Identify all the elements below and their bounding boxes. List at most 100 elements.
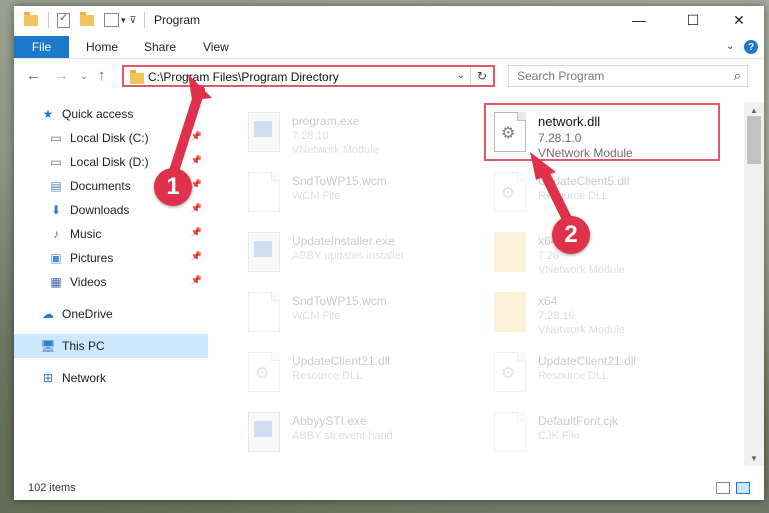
details-view-icon[interactable]	[716, 482, 730, 494]
sidebar-item-local-disk-c[interactable]: ▭ Local Disk (C:) 📌	[14, 126, 208, 150]
file-item[interactable]: UpdateClient21.dll Resource DLL	[484, 348, 724, 398]
chevron-down-icon[interactable]: ⌄	[457, 70, 465, 81]
music-icon: ♪	[53, 227, 59, 241]
up-icon[interactable]: ↑	[98, 67, 106, 84]
quick-access-toolbar: ▾ ⊽	[24, 11, 146, 28]
forward-icon[interactable]: →	[54, 67, 69, 84]
refresh-icon[interactable]: ↻	[470, 67, 493, 85]
pin-icon[interactable]: 📌	[191, 275, 202, 286]
maximize-button[interactable]: ☐	[670, 6, 716, 34]
file-name: program.exe	[292, 114, 360, 128]
file-item[interactable]: DefaultFont.cjk CJK File	[484, 408, 724, 458]
file-type: CJK File	[538, 430, 580, 442]
sidebar-item-network[interactable]: ⊞ Network	[14, 366, 208, 390]
folder-icon	[494, 292, 526, 332]
file-name: x64	[538, 294, 558, 308]
large-icons-view-icon[interactable]	[736, 482, 750, 494]
recent-locations-icon[interactable]: ⌄	[80, 71, 88, 82]
drive-icon: ▭	[50, 155, 62, 169]
pin-icon[interactable]: 📌	[191, 203, 202, 214]
tab-share[interactable]: Share	[144, 36, 176, 58]
file-explorer-window: ▾ ⊽ Program — ☐ ✕ File Home Share View ⌄…	[14, 6, 764, 500]
minimize-button[interactable]: —	[616, 6, 662, 34]
file-name: UpdateClient21.dll	[292, 354, 391, 368]
dll-file-icon	[248, 352, 280, 392]
folder-icon	[494, 232, 526, 272]
search-input[interactable]: Search Program ⌕	[508, 65, 748, 87]
exe-file-icon	[248, 112, 280, 152]
file-item[interactable]: SndToWP15.wcm WCM File	[238, 288, 478, 338]
document-file-icon	[494, 412, 526, 452]
chevron-down-icon[interactable]: ▾	[121, 15, 126, 26]
cloud-icon: ☁	[42, 307, 54, 321]
scroll-thumb[interactable]	[747, 116, 761, 164]
sidebar-item-label: Music	[70, 227, 102, 241]
close-button[interactable]: ✕	[716, 6, 762, 34]
file-type: Resource DLL	[538, 190, 609, 202]
file-name: DefaultFont.cjk	[538, 414, 619, 428]
vertical-scrollbar[interactable]: ▲ ▼	[744, 102, 764, 466]
file-type: Resource DLL	[538, 370, 609, 382]
sidebar-item-label: This PC	[62, 339, 105, 353]
expand-ribbon-icon[interactable]: ⌄	[726, 41, 734, 52]
sidebar-item-quick-access[interactable]: ★ Quick access	[14, 102, 208, 126]
sidebar-item-music[interactable]: ♪ Music 📌	[14, 222, 208, 246]
pin-icon[interactable]: 📌	[191, 155, 202, 166]
documents-icon: ▤	[50, 179, 62, 193]
item-count: 102 items	[28, 482, 76, 494]
downloads-icon: ⬇	[50, 203, 62, 217]
sidebar-item-label: Quick access	[62, 107, 134, 121]
pin-icon[interactable]: 📌	[191, 131, 202, 142]
file-item[interactable]: AbbyySTI.exe ABBY sti event hand	[238, 408, 478, 458]
file-item[interactable]: x64 7.28.10 VNetwork Module	[484, 288, 724, 338]
file-item[interactable]: UpdateInstaller.exe ABBY updates install…	[238, 228, 478, 278]
title-bar: ▾ ⊽ Program — ☐ ✕	[14, 6, 764, 34]
properties-check-icon[interactable]	[57, 11, 70, 28]
videos-icon: ▦	[50, 275, 62, 289]
help-icon[interactable]: ?	[744, 40, 758, 54]
sidebar-item-label: Downloads	[70, 203, 130, 217]
search-icon[interactable]: ⌕	[734, 68, 741, 84]
file-name: UpdateInstaller.exe	[292, 234, 395, 248]
pin-icon[interactable]: 📌	[191, 251, 202, 262]
file-item[interactable]: program.exe 7.28.10 VNetwork Module	[238, 108, 478, 158]
navigation-pane: ★ Quick access ▭ Local Disk (C:) 📌 ▭ Loc…	[14, 102, 208, 462]
tab-file[interactable]: File	[14, 36, 69, 58]
sidebar-item-pictures[interactable]: ▣ Pictures 📌	[14, 246, 208, 270]
back-icon[interactable]: ←	[26, 67, 41, 84]
tab-home[interactable]: Home	[86, 36, 118, 58]
file-description: VNetwork Module	[292, 144, 379, 156]
customize-toolbar-icon[interactable]: ⊽	[130, 15, 137, 26]
dll-file-icon	[494, 172, 526, 212]
new-folder-icon[interactable]	[80, 11, 94, 26]
search-placeholder: Search Program	[517, 69, 605, 83]
address-bar[interactable]: C:\Program Files\Program Directory ⌄ ↻	[122, 65, 495, 87]
drive-icon: ▭	[50, 131, 62, 145]
sidebar-item-onedrive[interactable]: ☁ OneDrive	[14, 302, 208, 326]
sidebar-item-label: Pictures	[70, 251, 114, 265]
file-type: WCM File	[292, 190, 341, 202]
computer-icon: 🖥	[40, 339, 56, 353]
file-item[interactable]: x64 7.28 VNetwork Module	[484, 228, 724, 278]
sidebar-item-this-pc[interactable]: 🖥 This PC	[14, 334, 208, 358]
sidebar-item-videos[interactable]: ▦ Videos 📌	[14, 270, 208, 294]
file-item[interactable]: UpdateClient21.dll Resource DLL	[238, 348, 478, 398]
file-item[interactable]: UpdateClient5.dll Resource DLL	[484, 168, 724, 218]
ribbon: File Home Share View ⌄ ?	[14, 34, 764, 59]
file-type: Resource DLL	[292, 370, 363, 382]
file-version: 7.28	[538, 250, 560, 262]
view-options-icon[interactable]	[104, 13, 119, 27]
address-path[interactable]: C:\Program Files\Program Directory	[148, 70, 339, 84]
pin-icon[interactable]: 📌	[191, 179, 202, 190]
scroll-down-icon[interactable]: ▼	[744, 450, 764, 466]
exe-file-icon	[248, 412, 280, 452]
tab-view[interactable]: View	[203, 36, 229, 58]
file-item[interactable]: SndToWP15.wcm WCM File	[238, 168, 478, 218]
divider	[48, 12, 49, 28]
navigation-bar: ← → ⌄ ↑ C:\Program Files\Program Directo…	[14, 60, 764, 92]
pin-icon[interactable]: 📌	[191, 227, 202, 238]
file-name: SndToWP15.wcm	[292, 294, 387, 308]
file-description: VNetwork Module	[538, 324, 625, 336]
file-description: VNetwork Module	[538, 264, 625, 276]
star-icon: ★	[42, 107, 54, 121]
